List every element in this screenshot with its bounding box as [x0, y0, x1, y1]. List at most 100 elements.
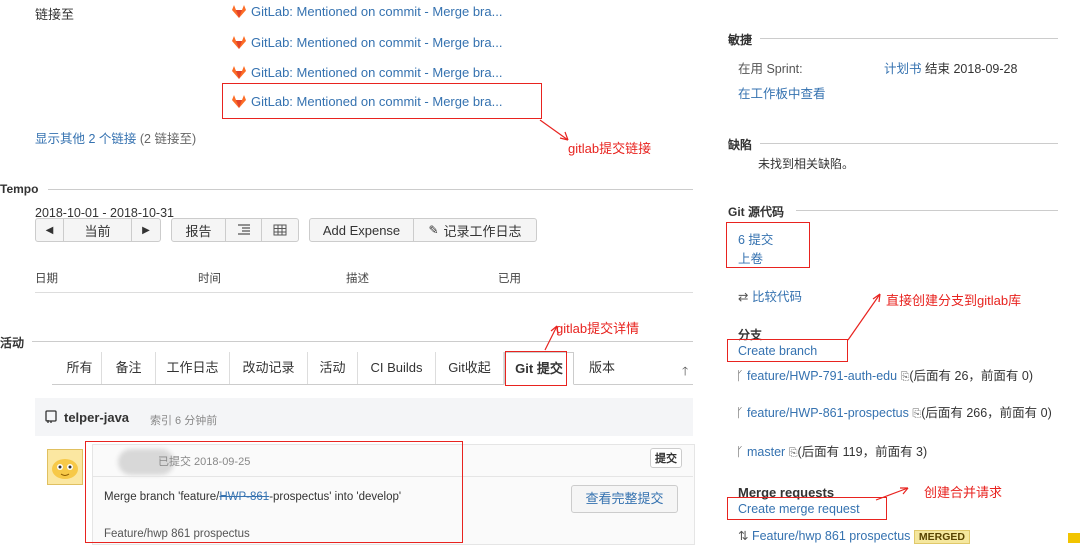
gitlab-link-text: GitLab: Mentioned on commit - Merge bra.…	[251, 4, 503, 19]
copy-icon[interactable]: ⎘	[789, 445, 798, 462]
caret-right-icon: ▶	[142, 224, 150, 236]
annotation-box-commits	[726, 222, 810, 268]
agile-title: 敏捷	[728, 33, 753, 47]
activity-title: 活动	[0, 336, 25, 350]
sprint-info: 计划书 结束 2018-09-28	[884, 58, 1017, 77]
branch-link[interactable]: feature/HWP-791-auth-edu	[747, 369, 897, 383]
prev-period-button[interactable]: ◀	[36, 219, 64, 241]
branch-icon: ᚴ	[736, 445, 744, 459]
annotation-arrow-icon	[847, 293, 881, 341]
gitlab-link-1[interactable]: GitLab: Mentioned on commit - Merge bra.…	[232, 4, 502, 19]
branch-info: (后面有 266，前面有 0)	[921, 406, 1052, 420]
annotation-box-create-mr	[727, 497, 887, 520]
tempo-col-used: 已用	[498, 273, 521, 285]
repo-name[interactable]: telper-java	[64, 410, 129, 425]
gitlab-link-text: GitLab: Mentioned on commit - Merge bra.…	[251, 35, 503, 50]
annotation-arrow-icon	[539, 119, 569, 141]
view-full-commit-button[interactable]: 查看完整提交	[571, 485, 678, 513]
grid-icon	[273, 224, 287, 236]
tab-history[interactable]: 改动记录	[230, 352, 308, 384]
sprint-label: 在用 Sprint:	[738, 62, 803, 76]
next-period-button[interactable]: ▶	[132, 219, 160, 241]
branch-item: ᚴ feature/HWP-791-auth-edu ⎘(后面有 26，前面有 …	[736, 368, 1058, 386]
tabs-baseline	[52, 384, 693, 385]
tempo-title: Tempo	[0, 182, 39, 196]
git-title: Git 源代码	[728, 205, 784, 219]
list-view-button[interactable]	[226, 219, 262, 241]
gitlab-link-2[interactable]: GitLab: Mentioned on commit - Merge bra.…	[232, 35, 502, 50]
compare-icon: ⇄	[738, 290, 749, 304]
sprint-end: 结束 2018-09-28	[925, 62, 1018, 76]
tempo-col-time: 时间	[198, 273, 221, 285]
log-work-button[interactable]: ✎ 记录工作日志	[414, 219, 536, 241]
pencil-icon: ✎	[428, 223, 439, 237]
tempo-divider	[48, 189, 693, 190]
branch-link[interactable]: feature/HWP-861-prospectus	[747, 406, 909, 420]
compare-label: 比较代码	[751, 290, 802, 304]
show-more-suffix: (2 链接至)	[139, 132, 197, 146]
gitlab-icon	[232, 36, 246, 49]
current-period-button[interactable]: 当前	[64, 219, 132, 241]
commit-badge: 提交	[650, 448, 682, 468]
links-label: 链接至	[35, 7, 75, 22]
tempo-report-group: 报告	[171, 218, 299, 242]
tempo-col-desc: 描述	[346, 273, 369, 285]
annotation-box-git-tab	[505, 351, 567, 386]
sprint-link[interactable]: 计划书	[884, 62, 922, 76]
annotation-box-commit	[85, 441, 463, 543]
add-expense-button[interactable]: Add Expense	[310, 219, 414, 241]
grid-view-button[interactable]	[262, 219, 298, 241]
bugs-title: 缺陷	[728, 138, 753, 152]
tempo-table-divider	[35, 292, 693, 293]
annotation-gitlab-detail: gitlab提交详情	[556, 321, 640, 336]
copy-icon[interactable]: ⎘	[912, 406, 921, 423]
annotation-create-branch: 直接创建分支到gitlab库	[886, 293, 1022, 308]
tab-activity[interactable]: 活动	[308, 352, 358, 384]
bugs-divider	[760, 143, 1058, 144]
branch-item: ᚴ master ⎘(后面有 119，前面有 3)	[736, 444, 1058, 462]
repo-header	[35, 398, 693, 436]
view-on-board-link[interactable]: 在工作板中查看	[738, 83, 826, 102]
tempo-actions-group: Add Expense ✎ 记录工作日志	[309, 218, 537, 242]
merge-request-icon: ⇅	[738, 529, 749, 543]
gitlab-icon	[232, 5, 246, 18]
merge-request-item: ⇅ Feature/hwp 861 prospectus MERGED	[738, 528, 970, 544]
annotation-create-mr: 创建合并请求	[924, 485, 1003, 500]
gitlab-link-text: GitLab: Mentioned on commit - Merge bra.…	[251, 65, 503, 80]
branch-item: ᚴ feature/HWP-861-prospectus ⎘(后面有 266，前…	[736, 405, 1058, 423]
gitlab-icon	[232, 66, 246, 79]
branch-info: (后面有 119，前面有 3)	[797, 445, 928, 459]
branch-link[interactable]: master	[747, 445, 785, 459]
list-indent-icon	[237, 224, 250, 235]
log-work-label: 记录工作日志	[443, 223, 522, 239]
compare-code-link[interactable]: ⇄ 比较代码	[738, 286, 802, 305]
tab-git-collapse[interactable]: Git收起	[436, 352, 504, 384]
merged-badge: MERGED	[913, 530, 970, 544]
tempo-period-nav: ◀ 当前 ▶	[35, 218, 161, 242]
corner-marker	[1068, 533, 1080, 543]
show-more-link[interactable]: 显示其他 2 个链接	[35, 132, 136, 146]
avatar	[47, 449, 83, 485]
show-more-links[interactable]: 显示其他 2 个链接 (2 链接至)	[35, 128, 196, 147]
tab-ci-builds[interactable]: CI Builds	[358, 352, 436, 384]
tab-worklog[interactable]: 工作日志	[156, 352, 230, 384]
tab-versions[interactable]: 版本	[574, 352, 630, 384]
tempo-col-date: 日期	[35, 273, 58, 285]
annotation-box-create-branch	[727, 339, 848, 362]
gitlab-link-3[interactable]: GitLab: Mentioned on commit - Merge bra.…	[232, 65, 502, 80]
sort-arrow-icon[interactable]: 🡑	[682, 362, 688, 383]
agile-divider	[760, 38, 1058, 39]
caret-left-icon: ◀	[45, 224, 54, 236]
tab-comments[interactable]: 备注	[102, 352, 156, 384]
branch-icon: ᚴ	[736, 406, 744, 420]
branch-icon: ᚴ	[736, 369, 744, 383]
annotation-gitlab-link: gitlab提交链接	[568, 141, 652, 156]
report-button[interactable]: 报告	[172, 219, 226, 241]
git-divider	[796, 210, 1058, 211]
repo-meta: 索引 6 分钟前	[150, 415, 218, 427]
branch-info: (后面有 26，前面有 0)	[909, 369, 1034, 383]
repository-icon	[45, 410, 57, 423]
merge-request-link[interactable]: Feature/hwp 861 prospectus	[752, 529, 910, 543]
tab-all[interactable]: 所有	[58, 352, 102, 384]
annotation-box-gitlab-link	[222, 83, 542, 119]
